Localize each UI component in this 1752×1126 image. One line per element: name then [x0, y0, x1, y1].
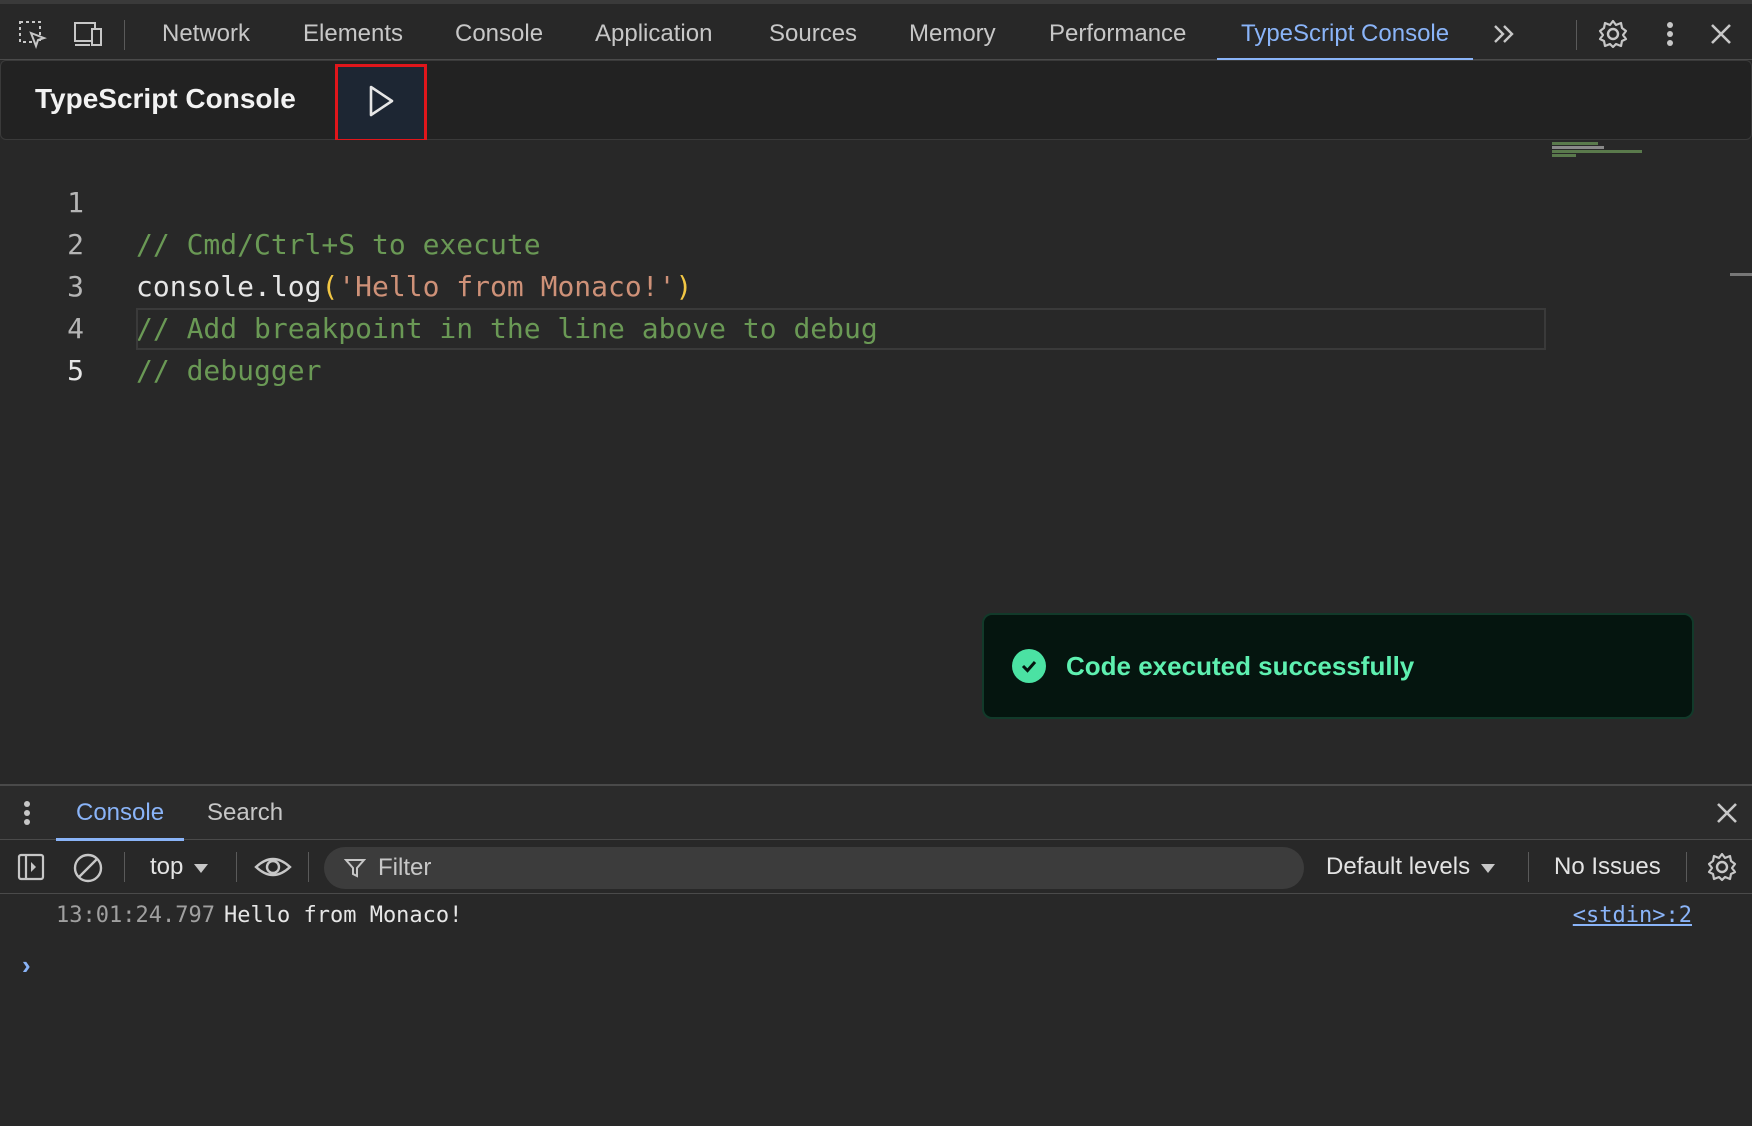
tab-typescript-console[interactable]: TypeScript Console [1217, 8, 1474, 61]
tab-console[interactable]: Console [431, 8, 567, 60]
close-drawer-icon[interactable] [1714, 800, 1740, 831]
console-prompt[interactable]: › [22, 950, 31, 981]
sidebar-toggle-icon[interactable] [16, 852, 46, 887]
console-drawer: Console Search top Filter Default levels… [0, 784, 1752, 1126]
code-line: 3 // Add breakpoint in the line above to… [0, 224, 1550, 345]
more-tabs-icon[interactable] [1486, 16, 1522, 52]
code-line: 2 console.log('Hello from Monaco!') [0, 182, 1550, 303]
tab-elements[interactable]: Elements [279, 8, 427, 60]
filter-icon [344, 857, 366, 879]
more-options-icon[interactable] [1652, 16, 1688, 52]
editor-minimap[interactable] [1552, 142, 1642, 162]
log-timestamp: 13:01:24.797 [56, 903, 215, 928]
tab-memory[interactable]: Memory [885, 8, 1020, 60]
settings-gear-icon[interactable] [1595, 16, 1631, 52]
tab-sources[interactable]: Sources [745, 8, 881, 60]
console-log-entry: 13:01:24.797 Hello from Monaco! <stdin>:… [0, 894, 1752, 938]
console-toolbar: top Default levels No Issues [0, 840, 1752, 894]
play-icon [366, 84, 396, 123]
drawer-tab-console[interactable]: Console [56, 786, 185, 841]
inspect-element-icon[interactable] [14, 16, 50, 52]
scrollbar-marker[interactable] [1730, 273, 1752, 276]
panel-title: TypeScript Console [35, 83, 296, 114]
check-circle-icon [1012, 649, 1046, 683]
tab-network[interactable]: Network [138, 8, 274, 60]
tab-application[interactable]: Application [571, 8, 736, 60]
device-toolbar-icon[interactable] [70, 16, 106, 52]
filter-box[interactable] [324, 847, 1304, 889]
chevron-down-icon [1480, 853, 1496, 881]
drawer-tab-search[interactable]: Search [187, 786, 303, 840]
context-selector[interactable]: top [150, 848, 209, 886]
clear-console-icon[interactable] [72, 852, 104, 889]
code-line: 4 // debugger [0, 266, 1550, 387]
tab-performance[interactable]: Performance [1025, 8, 1210, 60]
line-number: 5 [67, 354, 84, 387]
drawer-menu-icon[interactable] [22, 798, 32, 833]
chevron-down-icon [193, 853, 209, 881]
devtools-tab-bar: Network Elements Console Application Sou… [0, 0, 1752, 61]
eye-icon[interactable] [254, 850, 292, 889]
log-message: Hello from Monaco! [224, 903, 463, 928]
issues-counter[interactable]: No Issues [1554, 848, 1661, 886]
code-text: // debugger [136, 354, 322, 387]
log-levels-value: Default levels [1326, 853, 1471, 880]
close-devtools-icon[interactable] [1703, 16, 1739, 52]
run-button[interactable] [335, 64, 427, 142]
code-line: 1 // Cmd/Ctrl+S to execute [0, 140, 1550, 261]
log-levels-dropdown[interactable]: Default levels [1326, 848, 1496, 886]
success-toast: Code executed successfully [982, 613, 1694, 719]
log-source-link[interactable]: <stdin>:2 [1573, 894, 1692, 938]
drawer-tab-bar: Console Search [0, 786, 1752, 841]
typescript-console-header: TypeScript Console [0, 60, 1752, 142]
filter-input[interactable] [378, 854, 1178, 882]
context-value: top [150, 853, 184, 880]
console-settings-gear-icon[interactable] [1706, 851, 1738, 888]
toast-message: Code executed successfully [1066, 650, 1415, 681]
code-line: 5 [0, 308, 1550, 387]
